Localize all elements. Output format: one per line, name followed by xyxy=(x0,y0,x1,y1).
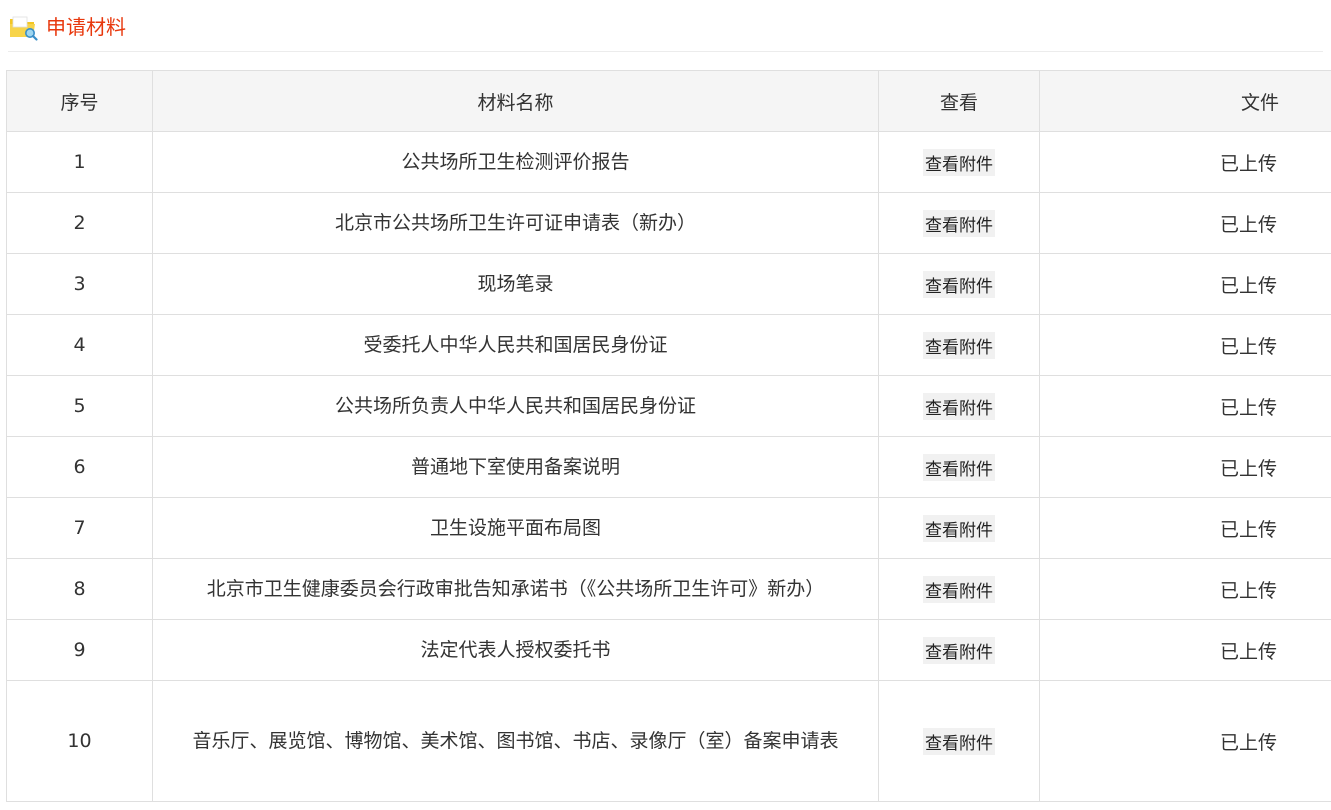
table-row: 3 现场笔录 查看附件 已上传 xyxy=(6,253,1331,315)
material-name: 卫生设施平面布局图 xyxy=(152,497,879,559)
table-row: 2 北京市公共场所卫生许可证申请表（新办） 查看附件 已上传 xyxy=(6,192,1331,254)
row-index: 1 xyxy=(6,131,153,193)
view-cell: 查看附件 xyxy=(878,192,1040,254)
row-index: 2 xyxy=(6,192,153,254)
view-attachment-link[interactable]: 查看附件 xyxy=(923,453,995,481)
view-cell: 查看附件 xyxy=(878,131,1040,193)
view-attachment-link[interactable]: 查看附件 xyxy=(923,514,995,542)
material-name: 普通地下室使用备案说明 xyxy=(152,436,879,498)
file-status: 已上传 xyxy=(1039,619,1331,681)
row-index: 8 xyxy=(6,558,153,620)
material-name: 现场笔录 xyxy=(152,253,879,315)
materials-table: 序号 材料名称 查看 文件 1 公共场所卫生检测评价报告 查看附件 已上传 2 … xyxy=(6,70,1331,802)
view-attachment-link[interactable]: 查看附件 xyxy=(923,148,995,176)
material-name: 受委托人中华人民共和国居民身份证 xyxy=(152,314,879,376)
file-status: 已上传 xyxy=(1039,436,1331,498)
view-cell: 查看附件 xyxy=(878,558,1040,620)
header-view: 查看 xyxy=(878,70,1040,132)
table-row: 10 音乐厅、展览馆、博物馆、美术馆、图书馆、书店、录像厅（室）备案申请表 查看… xyxy=(6,680,1331,802)
view-cell: 查看附件 xyxy=(878,619,1040,681)
file-status: 已上传 xyxy=(1039,680,1331,802)
row-index: 9 xyxy=(6,619,153,681)
file-status: 已上传 xyxy=(1039,253,1331,315)
view-attachment-link[interactable]: 查看附件 xyxy=(923,209,995,237)
view-attachment-link[interactable]: 查看附件 xyxy=(923,727,995,755)
section-title: 申请材料 xyxy=(46,15,126,39)
view-cell: 查看附件 xyxy=(878,375,1040,437)
header-file: 文件 xyxy=(1039,70,1331,132)
row-index: 10 xyxy=(6,680,153,802)
file-status: 已上传 xyxy=(1039,375,1331,437)
view-cell: 查看附件 xyxy=(878,253,1040,315)
table-row: 6 普通地下室使用备案说明 查看附件 已上传 xyxy=(6,436,1331,498)
row-index: 7 xyxy=(6,497,153,559)
file-status: 已上传 xyxy=(1039,558,1331,620)
row-index: 3 xyxy=(6,253,153,315)
file-status: 已上传 xyxy=(1039,131,1331,193)
view-cell: 查看附件 xyxy=(878,497,1040,559)
row-index: 5 xyxy=(6,375,153,437)
table-row: 9 法定代表人授权委托书 查看附件 已上传 xyxy=(6,619,1331,681)
section-header: 申请材料 xyxy=(8,0,1323,52)
material-name: 法定代表人授权委托书 xyxy=(152,619,879,681)
view-attachment-link[interactable]: 查看附件 xyxy=(923,392,995,420)
table-row: 1 公共场所卫生检测评价报告 查看附件 已上传 xyxy=(6,131,1331,193)
material-name: 音乐厅、展览馆、博物馆、美术馆、图书馆、书店、录像厅（室）备案申请表 xyxy=(152,680,879,802)
view-cell: 查看附件 xyxy=(878,680,1040,802)
view-cell: 查看附件 xyxy=(878,314,1040,376)
material-name: 公共场所卫生检测评价报告 xyxy=(152,131,879,193)
table-header-row: 序号 材料名称 查看 文件 xyxy=(6,70,1331,132)
material-name: 北京市卫生健康委员会行政审批告知承诺书（《公共场所卫生许可》新办） xyxy=(152,558,879,620)
file-status: 已上传 xyxy=(1039,192,1331,254)
folder-search-icon xyxy=(10,16,38,41)
header-index: 序号 xyxy=(6,70,153,132)
row-index: 6 xyxy=(6,436,153,498)
file-status: 已上传 xyxy=(1039,497,1331,559)
material-name: 公共场所负责人中华人民共和国居民身份证 xyxy=(152,375,879,437)
table-row: 8 北京市卫生健康委员会行政审批告知承诺书（《公共场所卫生许可》新办） 查看附件… xyxy=(6,558,1331,620)
file-status: 已上传 xyxy=(1039,314,1331,376)
material-name: 北京市公共场所卫生许可证申请表（新办） xyxy=(152,192,879,254)
view-cell: 查看附件 xyxy=(878,436,1040,498)
view-attachment-link[interactable]: 查看附件 xyxy=(923,636,995,664)
view-attachment-link[interactable]: 查看附件 xyxy=(923,270,995,298)
header-name: 材料名称 xyxy=(152,70,879,132)
table-row: 4 受委托人中华人民共和国居民身份证 查看附件 已上传 xyxy=(6,314,1331,376)
row-index: 4 xyxy=(6,314,153,376)
view-attachment-link[interactable]: 查看附件 xyxy=(923,331,995,359)
table-row: 7 卫生设施平面布局图 查看附件 已上传 xyxy=(6,497,1331,559)
view-attachment-link[interactable]: 查看附件 xyxy=(923,575,995,603)
table-row: 5 公共场所负责人中华人民共和国居民身份证 查看附件 已上传 xyxy=(6,375,1331,437)
